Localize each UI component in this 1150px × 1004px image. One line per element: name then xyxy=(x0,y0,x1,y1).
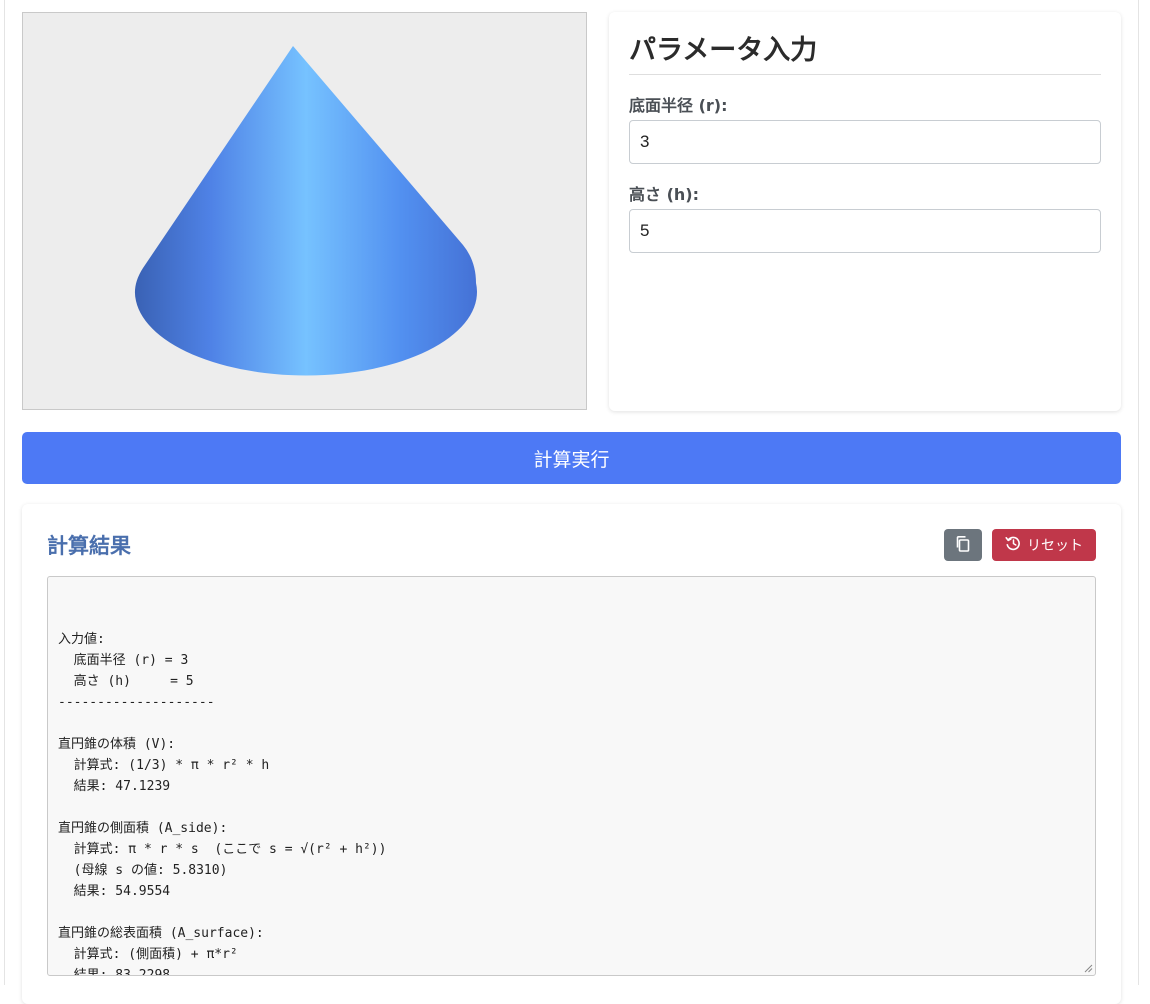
copy-button[interactable] xyxy=(944,529,982,561)
results-title: 計算結果 xyxy=(47,534,131,558)
height-input[interactable] xyxy=(629,209,1101,253)
cone-surface xyxy=(134,46,477,376)
radius-input[interactable] xyxy=(629,120,1101,164)
resize-grip-icon[interactable] xyxy=(1083,963,1093,973)
reset-label: リセット xyxy=(1027,538,1083,554)
divider xyxy=(629,74,1101,75)
results-textarea[interactable]: 入力値: 底面半径 (r) = 3 高さ (h) = 5 -----------… xyxy=(47,576,1096,976)
history-icon xyxy=(1005,535,1021,555)
parameter-panel-title: パラメータ入力 xyxy=(629,35,818,66)
radius-label: 底面半径 (r): xyxy=(629,96,728,115)
page-border-left xyxy=(4,0,5,985)
cone-render xyxy=(134,46,477,376)
page-border-right xyxy=(1138,0,1139,985)
calculate-button[interactable]: 計算実行 xyxy=(22,432,1121,484)
results-panel: 計算結果 リセット 入力値: 底面半径 (r) = 3 高さ (h) = 5 -… xyxy=(22,504,1121,1004)
results-text: 入力値: 底面半径 (r) = 3 高さ (h) = 5 -----------… xyxy=(58,632,387,976)
reset-button[interactable]: リセット xyxy=(992,529,1096,561)
cone-3d-viewer[interactable] xyxy=(22,12,587,410)
height-label: 高さ (h): xyxy=(629,185,699,204)
copy-icon xyxy=(955,535,971,556)
parameter-panel: パラメータ入力 底面半径 (r): 高さ (h): xyxy=(609,12,1121,411)
